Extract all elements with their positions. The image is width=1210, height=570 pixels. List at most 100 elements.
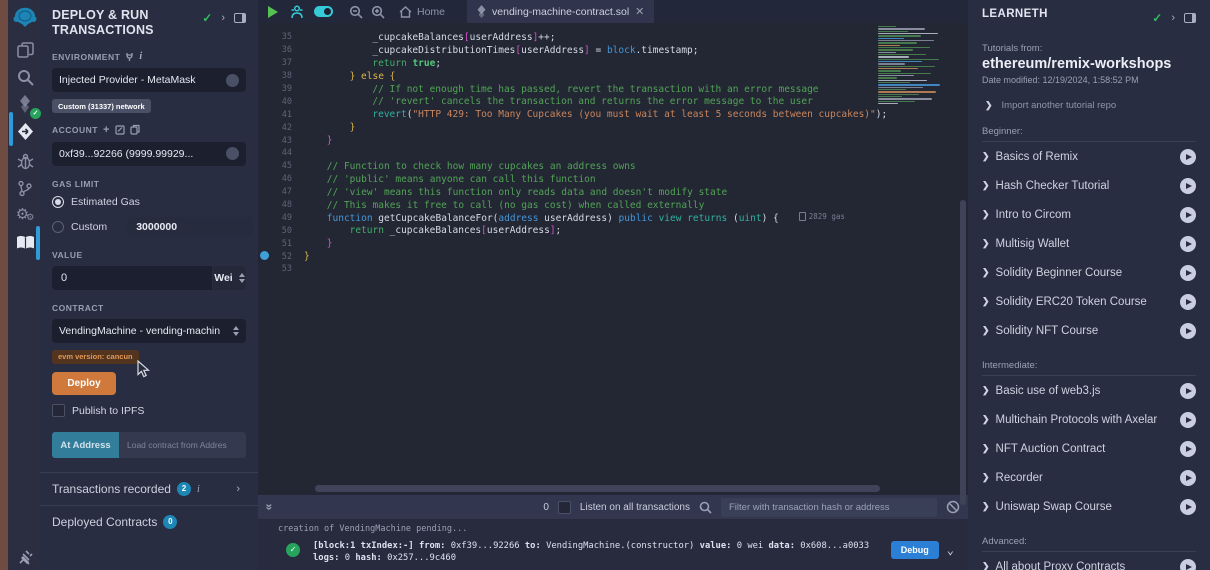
tutorial-item[interactable]: ❯Basic use of web3.js	[982, 376, 1196, 405]
line-number[interactable]: 35	[258, 32, 304, 42]
deployed-contracts-row[interactable]: Deployed Contracts 0	[52, 506, 246, 538]
tutorial-label[interactable]: Solidity ERC20 Token Course	[996, 296, 1147, 308]
panel-pin-icon[interactable]	[234, 13, 246, 23]
start-tutorial-play-icon[interactable]	[1180, 294, 1196, 310]
line-number[interactable]: 44	[258, 148, 304, 158]
line-number[interactable]: 46	[258, 174, 304, 184]
home-tab-label[interactable]: Home	[417, 6, 445, 18]
line-number[interactable]: 45	[258, 161, 304, 171]
tutorial-label[interactable]: Hash Checker Tutorial	[996, 180, 1110, 192]
tutorial-label[interactable]: Solidity NFT Course	[996, 325, 1099, 337]
tutorial-chevron-icon[interactable]: ❯	[982, 238, 990, 249]
contract-select[interactable]: VendingMachine - vending-machin	[52, 319, 246, 343]
account-select[interactable]: 0xf39...92266 (9999.99929...	[52, 142, 246, 166]
value-unit-select[interactable]: Wei	[213, 266, 246, 290]
plugin-connector-icon[interactable]	[12, 546, 38, 570]
line-number[interactable]: 51	[258, 239, 304, 249]
walkthrough-icon[interactable]	[290, 5, 304, 19]
home-icon[interactable]	[399, 6, 412, 18]
start-tutorial-play-icon[interactable]	[1180, 323, 1196, 339]
contract-stepper-icon[interactable]	[233, 326, 239, 336]
start-tutorial-play-icon[interactable]	[1180, 265, 1196, 281]
line-number[interactable]: 42	[258, 123, 304, 133]
publish-checkbox[interactable]	[52, 404, 65, 417]
sign-message-icon[interactable]	[115, 125, 125, 135]
learneth-scrollbar[interactable]	[960, 200, 966, 505]
tutorial-label[interactable]: Multichain Protocols with Axelar	[996, 414, 1158, 426]
listen-checkbox[interactable]	[558, 501, 571, 514]
tutorial-label[interactable]: Uniswap Swap Course	[996, 501, 1112, 513]
at-address-button[interactable]: At Address	[52, 432, 119, 458]
run-script-icon[interactable]	[268, 6, 278, 18]
code-editor[interactable]: 35_cupcakeBalances[userAddress]++;36_cup…	[258, 23, 968, 495]
tutorial-item[interactable]: ❯ Uniswap Swap Course	[982, 492, 1196, 521]
add-account-icon[interactable]: +	[103, 124, 110, 136]
tutorial-label[interactable]: All about Proxy Contracts	[996, 561, 1126, 570]
unit-stepper-icon[interactable]	[239, 273, 245, 283]
environment-settings-icon[interactable]	[226, 74, 239, 87]
tutorial-chevron-icon[interactable]: ❯	[982, 209, 990, 220]
settings-icon[interactable]: ⚙⚙	[12, 202, 38, 226]
transaction-log-row[interactable]: ✓ [block:1 txIndex:-] from: 0xf39...9226…	[286, 541, 954, 565]
line-number[interactable]: 39	[258, 84, 304, 94]
tutorial-item[interactable]: ❯ Hash Checker Tutorial	[982, 171, 1196, 200]
horizontal-scrollbar[interactable]	[315, 485, 880, 492]
panel-collapse-icon[interactable]: ›	[221, 12, 225, 24]
line-number[interactable]: 38	[258, 71, 304, 81]
transactions-expand-icon[interactable]: ›	[236, 483, 240, 495]
tutorial-chevron-icon[interactable]: ❯	[982, 267, 990, 278]
line-number[interactable]: 36	[258, 45, 304, 55]
line-number[interactable]: 41	[258, 110, 304, 120]
ai-copilot-toggle[interactable]	[314, 6, 333, 17]
gas-custom-option[interactable]: Custom	[52, 217, 246, 237]
start-tutorial-play-icon[interactable]	[1180, 178, 1196, 194]
learneth-icon[interactable]	[12, 231, 38, 255]
start-tutorial-play-icon[interactable]	[1180, 236, 1196, 252]
tutorial-chevron-icon[interactable]: ❯	[982, 443, 990, 454]
transactions-recorded-row[interactable]: Transactions recorded 2 i ›	[52, 473, 246, 505]
value-input[interactable]	[52, 266, 212, 290]
import-tutorial-repo[interactable]: ❯ Import another tutorial repo	[982, 100, 1196, 111]
tutorial-chevron-icon[interactable]: ❯	[982, 296, 990, 307]
filter-input[interactable]	[721, 498, 937, 517]
zoom-in-icon[interactable]	[371, 5, 385, 19]
environment-info-icon[interactable]: i	[139, 51, 142, 62]
start-tutorial-play-icon[interactable]	[1180, 149, 1196, 165]
environment-select[interactable]: Injected Provider - MetaMask	[52, 68, 246, 92]
learneth-pin-icon[interactable]	[1184, 13, 1196, 23]
line-number[interactable]: 49	[258, 213, 304, 223]
start-tutorial-play-icon[interactable]	[1180, 441, 1196, 457]
clear-console-icon[interactable]	[946, 500, 960, 514]
solidity-compiler-icon[interactable]: ✓	[12, 92, 38, 116]
tutorial-item[interactable]: ❯Multisig Wallet	[982, 229, 1196, 258]
gas-estimated-option[interactable]: Estimated Gas	[52, 196, 246, 208]
tutorial-label[interactable]: Intro to Circom	[996, 209, 1071, 221]
tutorial-item[interactable]: ❯ All about Proxy Contracts	[982, 552, 1196, 570]
start-tutorial-play-icon[interactable]	[1180, 412, 1196, 428]
deploy-button[interactable]: Deploy	[52, 372, 116, 395]
breakpoint-dot[interactable]	[260, 251, 269, 260]
tutorial-item[interactable]: ❯ Solidity ERC20 Token Course	[982, 287, 1196, 316]
line-number[interactable]: 47	[258, 187, 304, 197]
close-tab-icon[interactable]: ✕	[635, 5, 644, 18]
tutorial-chevron-icon[interactable]: ❯	[982, 180, 990, 191]
line-number[interactable]: 37	[258, 58, 304, 68]
tutorial-chevron-icon[interactable]: ❯	[982, 472, 990, 483]
search-icon[interactable]	[12, 65, 38, 89]
terminal-search-icon[interactable]	[699, 501, 712, 514]
gas-custom-radio[interactable]	[52, 221, 64, 233]
zoom-out-icon[interactable]	[349, 5, 363, 19]
start-tutorial-play-icon[interactable]	[1180, 470, 1196, 486]
line-number[interactable]: 43	[258, 136, 304, 146]
tutorial-chevron-icon[interactable]: ❯	[982, 151, 990, 162]
tutorial-label[interactable]: Basic use of web3.js	[996, 385, 1101, 397]
line-number[interactable]: 40	[258, 97, 304, 107]
git-icon[interactable]	[12, 176, 38, 200]
file-explorer-icon[interactable]	[12, 38, 38, 62]
gas-custom-input[interactable]	[127, 217, 253, 237]
deploy-run-icon[interactable]	[12, 119, 38, 143]
terminal-collapse-icon[interactable]: »	[262, 504, 276, 511]
tutorial-chevron-icon[interactable]: ❯	[982, 561, 990, 570]
tutorial-item[interactable]: ❯ Intro to Circom	[982, 200, 1196, 229]
tutorial-chevron-icon[interactable]: ❯	[982, 501, 990, 512]
